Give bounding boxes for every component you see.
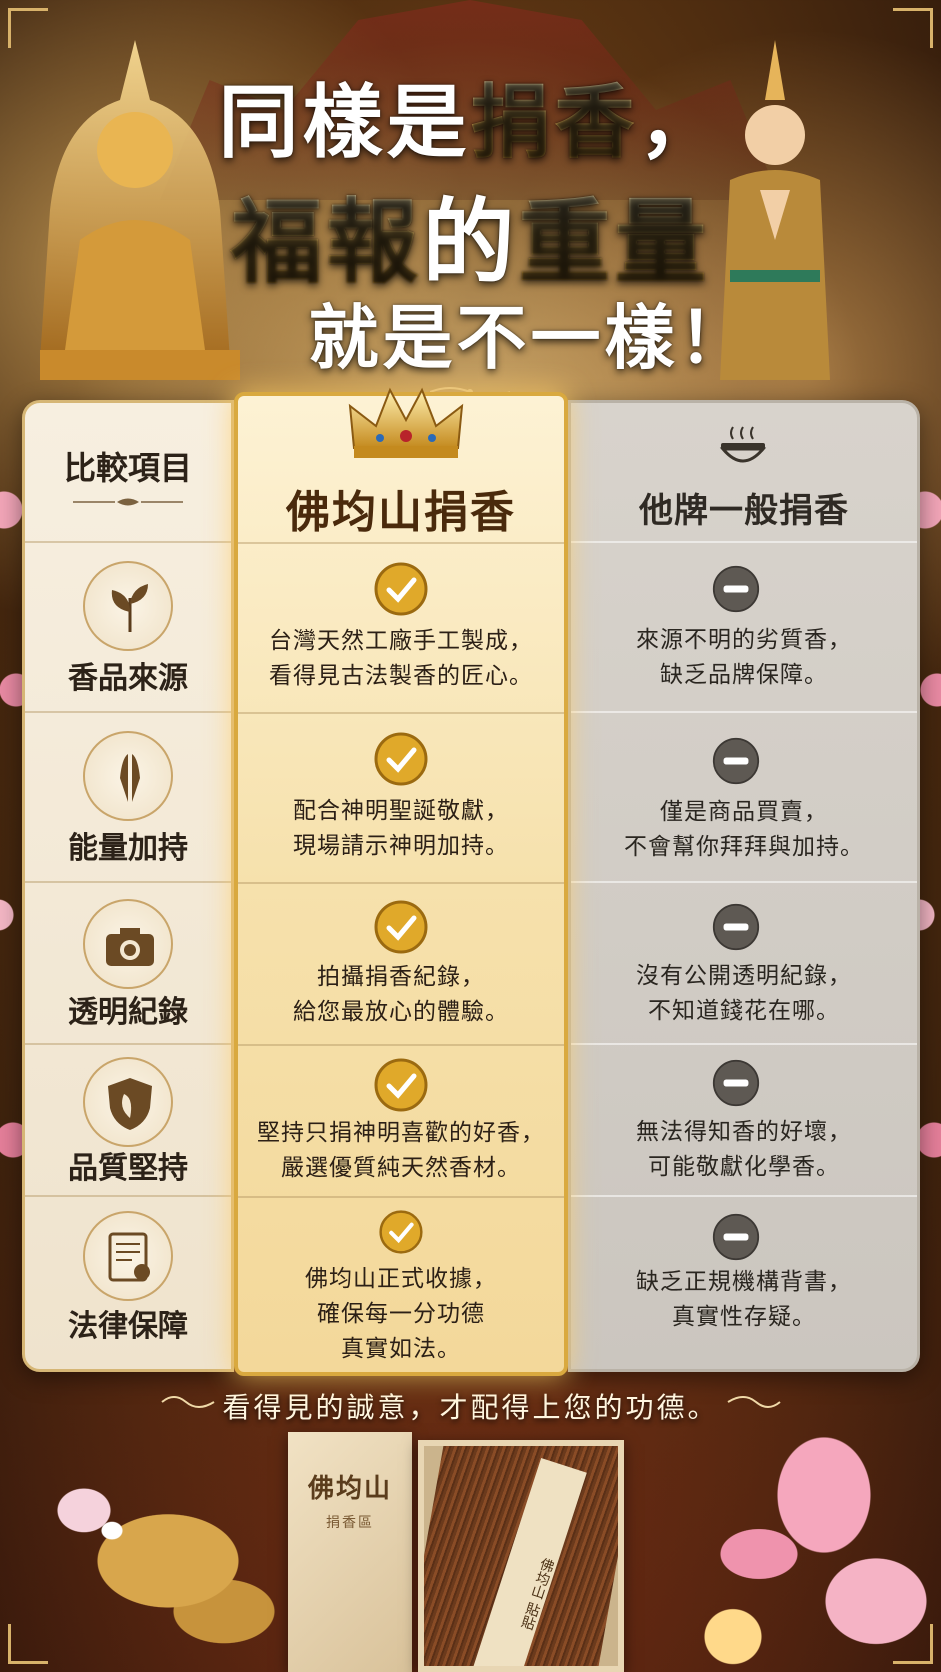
brand-text-line: 看得見古法製香的匠心。 (269, 663, 533, 689)
brand-text: 堅持只捐神明喜歡的好香， 嚴選優質純天然香材。 (238, 1116, 564, 1186)
row-divider (25, 541, 231, 543)
leaf-icon (83, 561, 173, 651)
box-title: 佛均山 (307, 1474, 392, 1504)
row-divider (238, 542, 564, 544)
corner-ornament (893, 8, 933, 48)
shield-leaf-icon (83, 1057, 173, 1147)
minus-icon (712, 903, 760, 951)
corner-ornament (8, 8, 48, 48)
brand-text-line: 嚴選優質純天然香材。 (281, 1155, 521, 1181)
other-text-line: 缺乏品牌保障。 (660, 662, 828, 688)
other-text: 僅是商品買賣， 不會幫你拜拜與加持。 (571, 795, 917, 865)
brand-text: 台灣天然工廠手工製成， 看得見古法製香的匠心。 (238, 624, 564, 694)
row-divider (571, 881, 917, 883)
other-text: 來源不明的劣質香， 缺乏品牌保障。 (571, 623, 917, 693)
headline-highlight: 福報 (230, 188, 423, 296)
check-icon (379, 1210, 423, 1254)
brand-text: 佛均山正式收據， 確保每一分功德 真實如法。 (238, 1262, 564, 1367)
row-label: 透明紀錄 (68, 995, 188, 1030)
other-text-line: 僅是商品買賣， (660, 799, 828, 825)
row-label: 香品來源 (68, 661, 188, 696)
row-divider (571, 1195, 917, 1197)
other-text-line: 無法得知香的好壞， (636, 1119, 852, 1145)
row-divider (238, 882, 564, 884)
box-subtitle: 捐香區 (326, 1515, 374, 1531)
other-text-line: 不會幫你拜拜與加持。 (624, 834, 864, 860)
row-divider (25, 1195, 231, 1197)
header-brand: 佛均山捐香 (286, 487, 516, 538)
brand-text: 拍攝捐香紀錄， 給您最放心的體驗。 (238, 960, 564, 1030)
row-divider (25, 711, 231, 713)
row-divider (571, 541, 917, 543)
minus-icon (712, 1059, 760, 1107)
other-text-line: 來源不明的劣質香， (636, 627, 852, 653)
minus-icon (712, 737, 760, 785)
other-text-line: 沒有公開透明紀錄， (636, 963, 852, 989)
other-column: 他牌一般捐香 來源不明的劣質香， 缺乏品牌保障。 僅是商品買賣， 不會幫你拜拜與… (568, 400, 920, 1372)
comparison-table: 比較項目 香品來源 能量加持 透明紀錄 品質堅持 法律保障 佛均山捐香 台灣天然… (22, 387, 920, 1376)
brand-text-line: 堅持只捐神明喜歡的好香， (257, 1120, 545, 1146)
other-text: 沒有公開透明紀錄， 不知道錢花在哪。 (571, 959, 917, 1029)
row-label: 法律保障 (68, 1309, 188, 1344)
headline-text: 的 (422, 188, 519, 296)
row-divider (25, 1043, 231, 1045)
headline-highlight: 捐香 (470, 75, 639, 169)
tagline: 看得見的誠意，才配得上您的功德。 (222, 1391, 719, 1424)
other-text-line: 真實性存疑。 (672, 1304, 816, 1330)
row-label: 能量加持 (68, 831, 188, 866)
headline-line-3: 就是不一樣！ (308, 296, 753, 379)
minus-icon (712, 565, 760, 613)
headline-punct: ， (638, 75, 723, 169)
minus-icon (712, 1213, 760, 1261)
headline-line-1: 同樣是捐香， (0, 58, 941, 174)
headline-highlight: 重量 (518, 188, 711, 296)
flourish-ornament (73, 498, 183, 506)
certificate-icon (83, 1211, 173, 1301)
brand-text: 配合神明聖誕敬獻， 現場請示神明加持。 (238, 794, 564, 864)
other-text: 缺乏正規機構背書， 真實性存疑。 (571, 1265, 917, 1335)
camera-icon (83, 899, 173, 989)
check-icon (374, 1058, 428, 1112)
headline-text: 同樣是 (218, 75, 471, 169)
header-other: 他牌一般捐香 (639, 491, 849, 531)
brand-column: 佛均山捐香 台灣天然工廠手工製成， 看得見古法製香的匠心。 配合神明聖誕敬獻， … (234, 387, 568, 1376)
incense-sticks-box: 佛均山 貼貼 (418, 1440, 624, 1672)
other-text-line: 不知道錢花在哪。 (648, 998, 840, 1024)
praying-hands-icon (83, 731, 173, 821)
brand-text-line: 台灣天然工廠手工製成， (269, 628, 533, 654)
flourish-ornament (727, 1396, 781, 1408)
row-divider (238, 1196, 564, 1198)
check-icon (374, 900, 428, 954)
other-text: 無法得知香的好壞， 可能敬獻化學香。 (571, 1115, 917, 1185)
row-divider (25, 881, 231, 883)
corner-ornament (893, 1624, 933, 1664)
brand-text-line: 給您最放心的體驗。 (293, 999, 509, 1025)
row-divider (571, 711, 917, 713)
brand-text-line: 確保每一分功德 (317, 1301, 485, 1327)
corner-ornament (8, 1624, 48, 1664)
header-label: 比較項目 (63, 449, 192, 487)
check-icon (374, 732, 428, 786)
label-column: 比較項目 香品來源 能量加持 透明紀錄 品質堅持 法律保障 (22, 400, 234, 1372)
row-label: 品質堅持 (68, 1151, 188, 1186)
other-text-line: 可能敬獻化學香。 (648, 1154, 840, 1180)
incense-box: 佛均山 捐香區 (288, 1432, 412, 1672)
other-text-line: 缺乏正規機構背書， (636, 1269, 852, 1295)
brand-text-line: 真實如法。 (341, 1336, 461, 1362)
brand-text-line: 現場請示神明加持。 (293, 833, 509, 859)
check-icon (374, 562, 428, 616)
row-divider (238, 1044, 564, 1046)
row-divider (238, 712, 564, 714)
brand-text-line: 佛均山正式收據， (305, 1266, 497, 1292)
crown-icon (348, 387, 464, 458)
row-divider (571, 1043, 917, 1045)
brand-text-line: 配合神明聖誕敬獻， (293, 798, 509, 824)
brand-text-line: 拍攝捐香紀錄， (317, 964, 485, 990)
incense-bowl-icon (719, 426, 767, 463)
